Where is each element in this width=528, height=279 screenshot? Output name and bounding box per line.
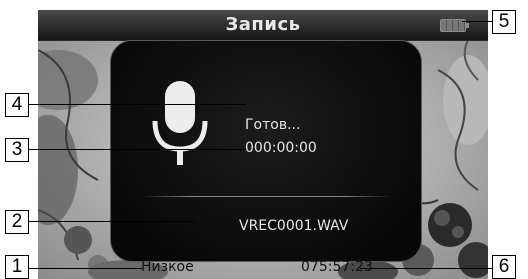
callout-5: 5 [492,10,516,34]
screen-title: Запись [225,14,301,35]
recorder-screen: Запись Готов... 000:00:00 VREC0001.WAV Н… [38,10,488,279]
recording-status: Готов... [245,117,301,133]
file-name: VREC0001.WAV [239,218,349,234]
callout-5-leader [462,21,492,22]
callout-1: 1 [5,255,29,279]
callout-1-leader [28,268,142,269]
callout-3: 3 [5,138,29,162]
panel-divider [141,196,391,197]
callout-6-leader [360,268,492,269]
title-bar: Запись [38,10,488,41]
callout-6: 6 [492,255,516,279]
callout-4-leader [28,104,246,105]
recording-panel: Готов... 000:00:00 VREC0001.WAV [110,40,422,262]
elapsed-time: 000:00:00 [245,140,317,156]
callout-2-leader [28,221,194,222]
recording-quality: Низкое [141,259,194,275]
callout-3-leader [28,149,246,150]
callout-2: 2 [5,210,29,234]
microphone-icon [152,81,208,165]
remaining-time: 075:57:23 [301,259,373,275]
callout-4: 4 [5,93,29,117]
